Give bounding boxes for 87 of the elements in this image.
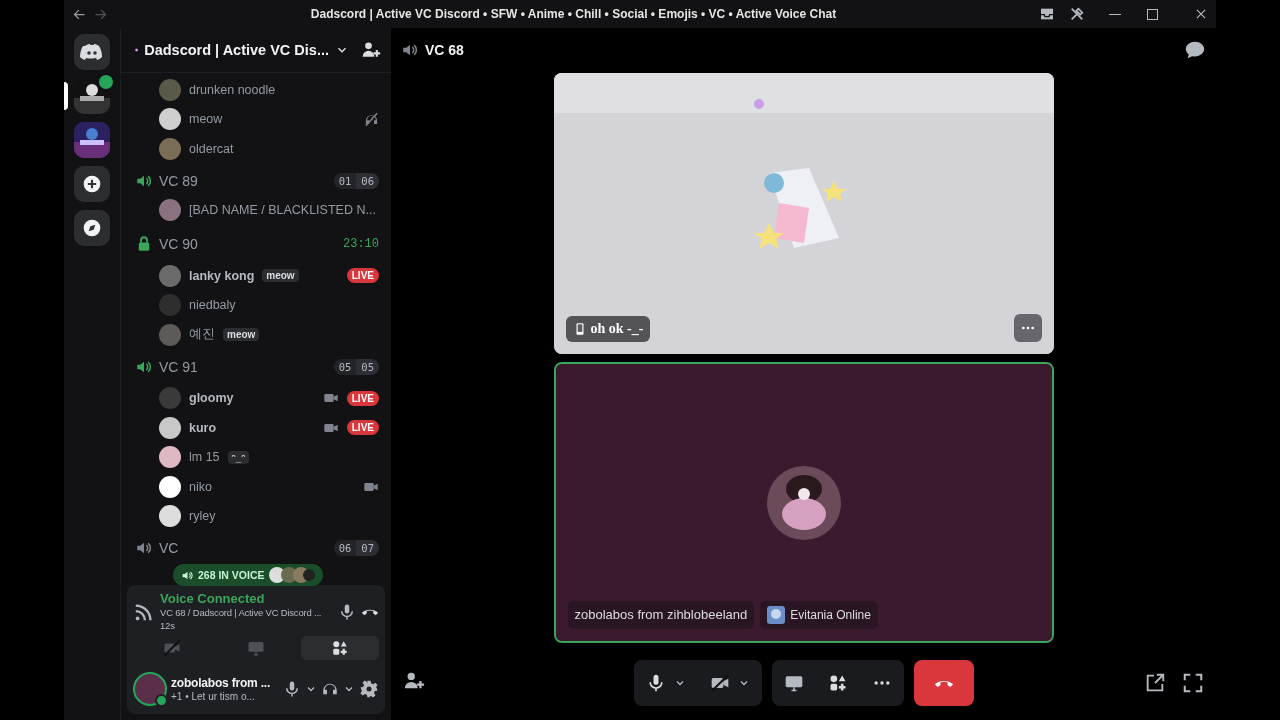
avatar bbox=[159, 108, 181, 131]
user-count: 05 05 bbox=[333, 358, 379, 375]
avatar bbox=[159, 505, 181, 528]
server-button[interactable] bbox=[74, 210, 110, 246]
maximize-button[interactable] bbox=[1147, 8, 1158, 20]
fullscreen-icon[interactable] bbox=[1182, 672, 1204, 694]
elapsed-time: 12s bbox=[160, 619, 176, 632]
user-count: 06 07 bbox=[333, 540, 379, 556]
selected-indicator bbox=[64, 82, 68, 110]
activities-icon[interactable] bbox=[827, 673, 848, 693]
participant-name: oh ok -_- bbox=[565, 316, 651, 342]
screen-share-icon bbox=[247, 639, 265, 657]
member-tag: meow bbox=[223, 328, 260, 342]
server-name[interactable]: Dadscord | Active VC Dis... bbox=[144, 42, 329, 58]
member-name[interactable]: [BAD NAME / BLACKLISTED N... bbox=[189, 203, 376, 218]
tools-icon[interactable] bbox=[1069, 6, 1085, 22]
hang-up-icon bbox=[933, 678, 954, 688]
deafened-icon bbox=[364, 111, 379, 127]
user-avatar[interactable] bbox=[133, 672, 167, 706]
avatar bbox=[159, 416, 181, 439]
server-button[interactable] bbox=[74, 122, 110, 158]
live-badge: LIVE bbox=[346, 420, 379, 436]
avatar bbox=[159, 264, 181, 287]
server-button[interactable] bbox=[74, 34, 110, 70]
live-badge: LIVE bbox=[346, 268, 379, 284]
avatar bbox=[159, 294, 181, 317]
server-button[interactable] bbox=[74, 166, 110, 202]
member-name[interactable]: lanky kong bbox=[189, 268, 255, 283]
avatar-stack-icon bbox=[268, 566, 315, 584]
avatar bbox=[159, 137, 181, 160]
disconnect-button[interactable] bbox=[913, 660, 974, 706]
member-name[interactable]: niedbaly bbox=[189, 298, 236, 313]
camera-off-icon bbox=[163, 639, 181, 657]
noise-suppression-icon[interactable] bbox=[338, 602, 356, 621]
channel-name[interactable]: VC 90 bbox=[159, 236, 198, 252]
settings-icon[interactable] bbox=[359, 679, 379, 699]
member-name[interactable]: gloomy bbox=[189, 391, 234, 406]
compass-icon bbox=[82, 218, 102, 238]
channel-name[interactable]: VC 91 bbox=[159, 358, 198, 375]
game-icon bbox=[767, 606, 786, 624]
screen-share-icon[interactable] bbox=[783, 673, 804, 693]
add-user-icon[interactable] bbox=[361, 40, 381, 60]
channel-name[interactable]: VC 89 bbox=[159, 172, 198, 189]
member-tag: ᵔ_ᵔ bbox=[227, 450, 250, 464]
add-server-icon bbox=[82, 174, 102, 194]
inbox-icon[interactable] bbox=[1039, 6, 1055, 22]
disconnect-icon[interactable] bbox=[361, 607, 379, 616]
member-name[interactable]: oldercat bbox=[189, 141, 234, 156]
in-voice-pill[interactable]: 268 IN VOICE bbox=[173, 564, 323, 586]
user-name: zobolabos from ... bbox=[171, 676, 272, 691]
channel-title: VC 68 bbox=[425, 42, 464, 58]
voice-status: Voice Connected bbox=[160, 591, 266, 606]
member-name[interactable]: ryley bbox=[189, 509, 216, 524]
pop-out-icon[interactable] bbox=[1144, 672, 1166, 694]
microphone-icon[interactable] bbox=[283, 680, 301, 698]
camera-off-icon[interactable] bbox=[709, 673, 730, 693]
avatar bbox=[159, 323, 181, 346]
participant-name: zobolabos from zihblobeeland bbox=[567, 601, 755, 629]
voice-channel-link[interactable]: VC 68 / Dadscord | Active VC Discord ... bbox=[160, 606, 333, 619]
avatar bbox=[159, 475, 181, 498]
activity-label: Evitania Online bbox=[760, 601, 878, 629]
activities-icon bbox=[331, 639, 349, 657]
voice-indicator bbox=[97, 73, 115, 91]
channel-timer: 23:10 bbox=[343, 237, 379, 251]
close-icon[interactable] bbox=[1194, 7, 1208, 21]
user-count: 01 06 bbox=[333, 172, 379, 189]
avatar bbox=[159, 446, 181, 469]
avatar bbox=[159, 78, 181, 101]
video-tile[interactable]: zobolabos from zihblobeeland Evitania Online bbox=[553, 362, 1054, 643]
chat-icon[interactable] bbox=[1184, 39, 1206, 61]
channel-name[interactable]: VC bbox=[159, 540, 179, 556]
avatar bbox=[159, 387, 181, 410]
member-name[interactable]: 예진 bbox=[189, 326, 215, 344]
live-badge: LIVE bbox=[346, 390, 379, 406]
video-tile[interactable]: oh ok -_- bbox=[553, 73, 1054, 354]
member-name[interactable]: meow bbox=[189, 112, 223, 127]
member-name[interactable]: drunken noodle bbox=[189, 82, 276, 97]
member-name[interactable]: niko bbox=[189, 479, 212, 494]
member-name[interactable]: kuro bbox=[189, 420, 217, 435]
more-button[interactable] bbox=[1013, 314, 1042, 342]
window-title: Dadscord | Active VC Discord • SFW • Anime • Chill • Social • Emojis • VC • Active Voice Chat bbox=[309, 7, 838, 21]
member-name[interactable]: lm 15 bbox=[189, 450, 220, 465]
minimize-button[interactable] bbox=[1109, 13, 1121, 15]
member-tag: meow bbox=[262, 269, 299, 283]
user-status: +1 • Let ur tism o... bbox=[171, 691, 256, 702]
avatar bbox=[159, 199, 181, 222]
activities-button[interactable] bbox=[301, 636, 379, 660]
